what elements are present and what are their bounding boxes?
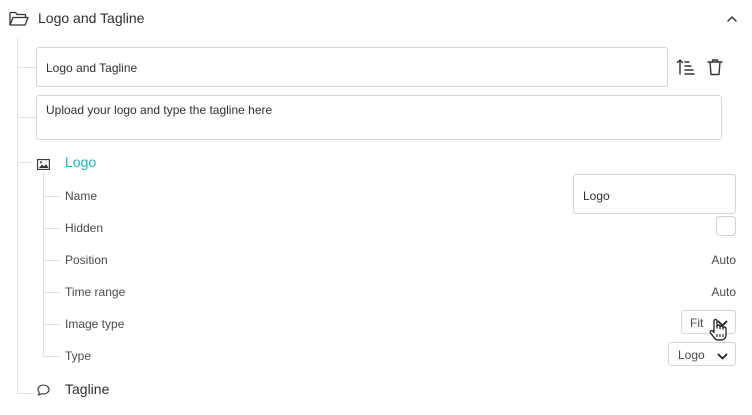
time-range-value[interactable]: Auto [696,285,736,299]
title-input-value: Logo and Tagline [46,61,138,75]
tree-branch-time-range [43,292,59,293]
logo-node-title[interactable]: Logo [65,154,96,170]
tree-branch-hidden [43,228,59,229]
image-type-select-value: Fit [690,316,704,330]
image-type-label: Image type [65,317,125,331]
name-input[interactable]: Logo [573,174,736,214]
section-title: Logo and Tagline [38,10,145,26]
position-value[interactable]: Auto [696,253,736,267]
tree-guide-logo [43,172,44,356]
name-label: Name [65,189,98,203]
section-header[interactable]: Logo and Tagline [0,0,752,38]
type-label: Type [65,349,92,363]
tree-branch-type [43,356,59,357]
title-input[interactable]: Logo and Tagline [36,47,668,87]
image-type-select[interactable]: Fit [681,310,736,334]
tree-branch-logo [17,162,32,163]
logo-tagline-panel: Logo and Tagline Logo and Tagline Upload… [0,0,752,415]
chevron-up-icon[interactable] [725,12,739,26]
speech-bubble-icon [37,383,50,396]
tree-guide-main [17,38,18,393]
tree-branch-tagline [17,393,32,394]
type-select[interactable]: Logo [668,342,736,366]
tagline-node-title[interactable]: Tagline [65,381,109,397]
sort-icon[interactable] [676,57,696,77]
tree-branch-description [17,117,36,118]
description-textarea[interactable]: Upload your logo and type the tagline he… [36,95,722,140]
hidden-checkbox[interactable] [716,216,736,236]
chevron-down-icon [717,350,728,360]
tree-branch-image-type [43,324,59,325]
tree-branch-title [17,67,36,68]
folder-open-icon [9,11,29,27]
name-input-value: Logo [583,189,610,203]
tree-branch-position [43,260,59,261]
chevron-down-icon [717,317,728,327]
tree-branch-name [43,196,59,197]
type-select-value: Logo [678,348,705,362]
hidden-label: Hidden [65,221,104,235]
time-range-label: Time range [65,285,126,299]
description-value: Upload your logo and type the tagline he… [46,103,273,117]
position-label: Position [65,253,108,267]
image-icon [37,157,50,170]
trash-icon[interactable] [705,57,725,77]
